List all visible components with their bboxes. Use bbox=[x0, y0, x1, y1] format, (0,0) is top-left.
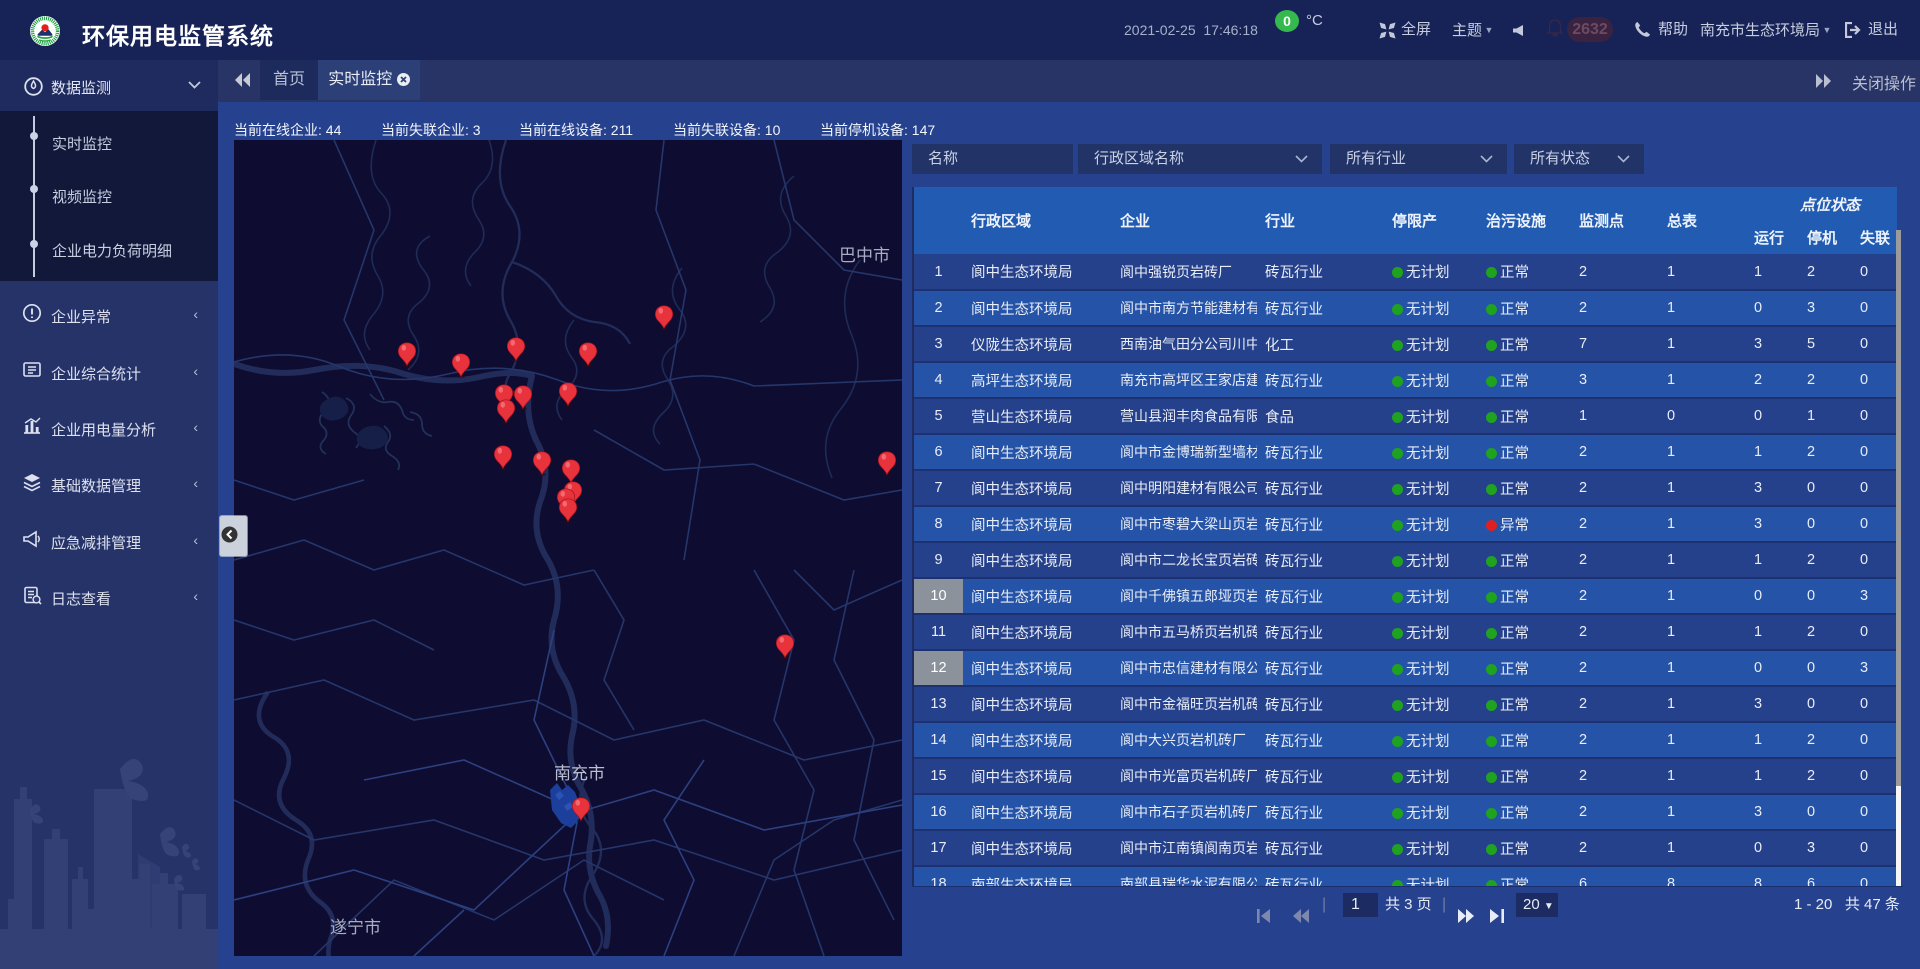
svg-text:南充市: 南充市 bbox=[554, 764, 605, 783]
svg-text:遂宁市: 遂宁市 bbox=[330, 918, 381, 937]
svg-text:巴中市: 巴中市 bbox=[839, 246, 890, 265]
